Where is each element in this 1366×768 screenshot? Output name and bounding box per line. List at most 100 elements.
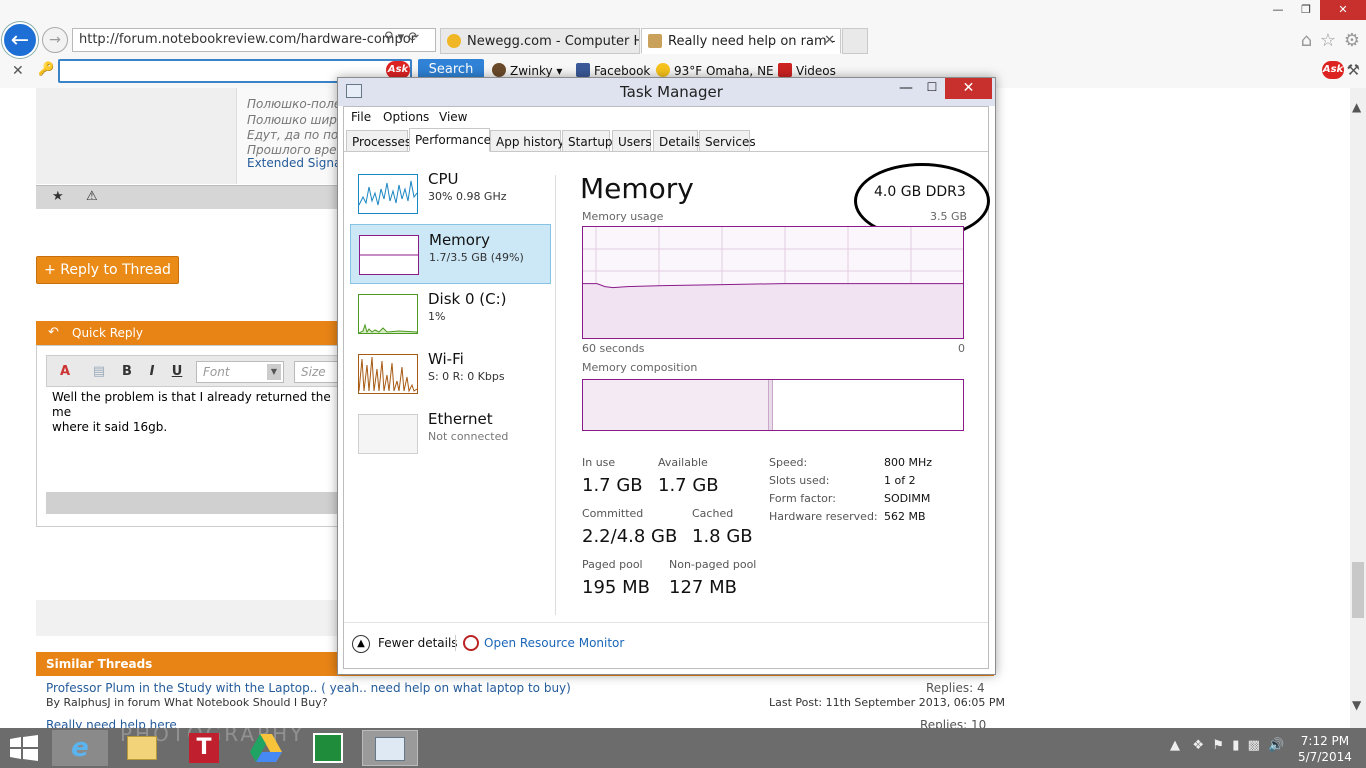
italic-button[interactable]: I (141, 362, 163, 382)
restore-icon[interactable]: ❐ (1292, 0, 1320, 20)
close-window-icon[interactable]: ✕ (1320, 0, 1366, 20)
dropbox-icon[interactable]: ❖ (1192, 738, 1204, 753)
pane-divider (555, 175, 556, 615)
refresh-icon[interactable]: ⚲ ▾ ⟳ (384, 30, 419, 45)
star-icon[interactable]: ★ (52, 189, 64, 204)
youtube-icon (778, 63, 792, 77)
size-select[interactable]: Size (294, 361, 340, 383)
scrollbar-thumb[interactable] (1352, 562, 1364, 618)
resource-wifi[interactable]: Wi-Fi S: 0 R: 0 Kbps (350, 344, 551, 404)
close-tab-icon[interactable]: ✕ (824, 33, 835, 48)
tab-newegg[interactable]: Newegg.com - Computer Har... (440, 28, 640, 54)
folder-icon (127, 736, 157, 760)
menu-file[interactable]: File (351, 110, 371, 124)
resource-disk[interactable]: Disk 0 (C:) 1% (350, 284, 551, 344)
chevron-up-icon[interactable]: ▲ (352, 635, 370, 653)
tab-startup[interactable]: Startup (562, 130, 613, 152)
minimize-icon[interactable]: — (894, 80, 918, 100)
taskbar-t-app[interactable]: T (176, 730, 232, 766)
favorites-star-icon[interactable]: ☆ (1320, 30, 1336, 51)
memory-title: Memory (580, 172, 694, 205)
zwinky-label: Zwinky (510, 64, 553, 78)
disk-graph-thumbnail (358, 294, 418, 334)
menu-options[interactable]: Options (383, 110, 429, 124)
resource-memory[interactable]: Memory 1.7/3.5 GB (49%) (350, 224, 551, 284)
remove-format-icon[interactable]: A (54, 362, 76, 382)
non-paged-pool-label: Non-paged pool (669, 558, 757, 571)
reply-to-thread-button[interactable]: + Reply to Thread (36, 256, 179, 284)
chevron-down-icon: ▼ (267, 364, 281, 380)
taskbar-excel[interactable] (300, 730, 356, 766)
cached-label: Cached (692, 507, 734, 520)
committed-value: 2.2/4.8 GB (582, 526, 678, 547)
forward-arrow-icon[interactable]: → (42, 27, 68, 53)
flag-icon[interactable]: ⚑ (1212, 738, 1224, 753)
cpu-sparkline (358, 180, 418, 206)
reply-textarea[interactable]: Well the problem is that I already retur… (50, 388, 340, 492)
taskbar-explorer[interactable] (114, 730, 170, 766)
similar-thread-link[interactable]: Professor Plum in the Study with the Lap… (46, 681, 571, 695)
back-arrow-icon[interactable]: ← (2, 22, 38, 58)
network-icon[interactable]: ▩ (1248, 738, 1260, 753)
new-tab-button[interactable] (842, 28, 868, 54)
zwinky-link[interactable]: Zwinky ▾ (492, 63, 562, 78)
resource-cpu[interactable]: CPU 30% 0.98 GHz (350, 164, 551, 224)
menu-view[interactable]: View (439, 110, 467, 124)
resource-name: Wi-Fi (428, 350, 464, 368)
bold-button[interactable]: B (116, 362, 138, 382)
address-bar[interactable]: http://forum.notebookreview.com/hardware… (72, 28, 436, 52)
paged-pool-label: Paged pool (582, 558, 643, 571)
ask-logo-icon[interactable]: Ask (1322, 61, 1344, 79)
memory-usage-chart (583, 227, 963, 338)
maximize-icon[interactable]: ☐ (920, 80, 944, 100)
tab-performance[interactable]: Performance (409, 128, 491, 152)
weather-link[interactable]: 93°F Omaha, NE (656, 63, 774, 78)
minimize-icon[interactable]: — (1264, 0, 1292, 20)
slots-label: Slots used: (769, 474, 830, 487)
extended-signature-link[interactable]: Extended Signat (247, 156, 346, 170)
task-manager-app-icon (346, 84, 362, 98)
quick-reply-header[interactable]: ↶ Quick Reply (36, 321, 346, 345)
scroll-down-icon[interactable]: ▼ (1352, 698, 1361, 712)
font-select[interactable]: Font ▼ (196, 361, 284, 383)
close-icon[interactable]: ✕ (945, 78, 992, 99)
taskbar-drive[interactable] (238, 730, 294, 766)
resource-ethernet[interactable]: Ethernet Not connected (350, 404, 551, 464)
gear-icon[interactable]: ⚙ (1344, 30, 1360, 51)
in-use-value: 1.7 GB (582, 475, 643, 496)
videos-link[interactable]: Videos (778, 63, 836, 78)
tools-icon[interactable]: ⚒ (1347, 61, 1360, 79)
report-warning-icon[interactable]: ⚠ (86, 189, 98, 204)
tab-processes[interactable]: Processes (346, 130, 411, 152)
tab-services[interactable]: Services (699, 130, 756, 152)
underline-button[interactable]: U (166, 362, 188, 382)
tab-users[interactable]: Users (612, 130, 652, 152)
clock[interactable]: 7:12 PM 5/7/2014 (1298, 733, 1352, 765)
facebook-link[interactable]: Facebook (576, 63, 650, 78)
scroll-up-icon[interactable]: ▲ (1352, 100, 1361, 114)
tab-really-need-help[interactable]: Really need help on ram - P... ✕ (641, 28, 841, 54)
fewer-details-link[interactable]: Fewer details (378, 636, 458, 650)
close-toolbar-icon[interactable]: ✕ (12, 63, 24, 79)
tab-details[interactable]: Details (653, 130, 701, 152)
page-scrollbar[interactable] (1350, 88, 1366, 728)
system-tray[interactable]: ▲ ❖ ⚑ ▮ ▩ 🔊 (1170, 738, 1284, 753)
windows-start-icon[interactable] (10, 735, 38, 761)
tab-app-history[interactable]: App history (490, 130, 565, 152)
taskbar-ie[interactable]: e (52, 730, 108, 766)
taskbar-task-manager[interactable] (362, 730, 418, 766)
resource-subtitle: 1% (428, 310, 446, 323)
editor-resize-bar[interactable] (46, 492, 346, 514)
non-paged-pool-value: 127 MB (669, 577, 737, 598)
volume-icon[interactable]: 🔊 (1268, 738, 1284, 753)
open-resource-monitor-link[interactable]: Open Resource Monitor (484, 636, 624, 650)
cached-value: 1.8 GB (692, 526, 753, 547)
home-icon[interactable]: ⌂ (1301, 30, 1312, 51)
zwinky-icon (492, 63, 506, 77)
newegg-favicon-icon (447, 34, 461, 48)
show-hidden-icons-icon[interactable]: ▲ (1170, 738, 1180, 753)
battery-icon[interactable]: ▮ (1232, 738, 1239, 753)
memory-sparkline (360, 254, 418, 256)
paste-icon[interactable]: ▤ (88, 362, 110, 382)
memory-graph-thumbnail (359, 235, 419, 275)
